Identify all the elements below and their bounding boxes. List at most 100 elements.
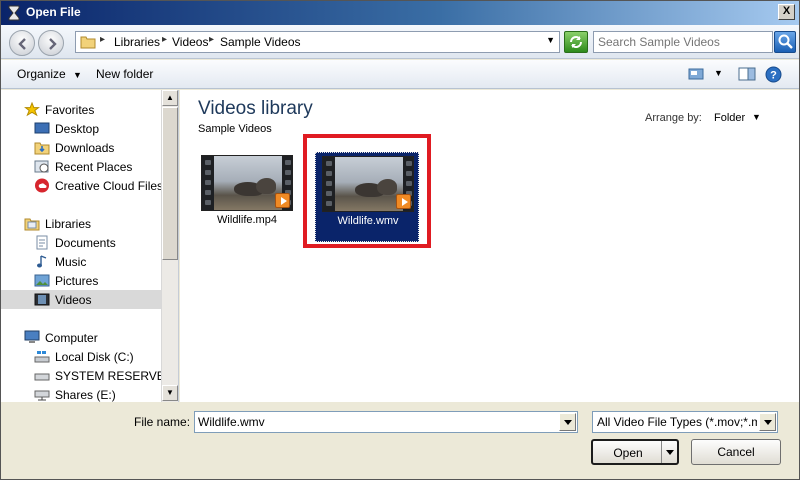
star-icon xyxy=(24,102,40,117)
chevron-down-icon[interactable]: ▼ xyxy=(714,68,723,78)
nav-computer-label: Computer xyxy=(45,331,98,345)
computer-icon xyxy=(24,330,40,343)
file-type-dropdown-button[interactable] xyxy=(759,413,776,431)
forward-button[interactable] xyxy=(38,30,64,56)
nav-item-label: Shares (E:) xyxy=(55,388,116,402)
nav-item-documents[interactable]: Documents xyxy=(1,233,161,252)
nav-item-pictures[interactable]: Pictures xyxy=(1,271,161,290)
breadcrumb[interactable]: ▸ Libraries ▸ Videos ▸ Sample Videos ▼ xyxy=(75,31,560,53)
file-name-combobox[interactable] xyxy=(194,411,578,433)
nav-scrollbar[interactable]: ▲ ▼ xyxy=(161,90,178,402)
svg-text:?: ? xyxy=(770,70,777,82)
nav-libraries-label: Libraries xyxy=(45,217,92,231)
nav-computer[interactable]: Computer xyxy=(1,328,161,347)
libraries-icon xyxy=(24,218,40,231)
breadcrumb-libraries[interactable]: Libraries xyxy=(114,35,160,49)
nav-item-label: Pictures xyxy=(55,274,99,288)
network-drive-icon xyxy=(34,390,50,401)
file-item[interactable]: Wildlife.mp4 xyxy=(195,152,299,242)
scroll-down-button[interactable]: ▼ xyxy=(162,385,178,401)
new-folder-button[interactable]: New folder xyxy=(96,67,153,81)
nav-item-desktop[interactable]: Desktop xyxy=(1,119,161,138)
downloads-icon xyxy=(34,142,50,155)
video-thumbnail xyxy=(201,155,293,211)
nav-favorites-label: Favorites xyxy=(45,103,95,117)
nav-libraries[interactable]: Libraries xyxy=(1,214,161,233)
chevron-right-icon[interactable]: ▸ xyxy=(162,34,167,45)
search-button[interactable] xyxy=(774,31,796,53)
file-name-dropdown-button[interactable] xyxy=(559,413,576,431)
videos-icon xyxy=(34,293,50,306)
chevron-down-icon[interactable]: ▼ xyxy=(546,35,555,45)
nav-item-shares[interactable]: Shares (E:) xyxy=(1,385,161,404)
nav-item-label: Downloads xyxy=(55,141,115,155)
navigation-pane: Favorites Desktop Downloads Recent Place… xyxy=(1,90,179,402)
arrange-by-value[interactable]: Folder xyxy=(714,112,745,124)
nav-item-label: Music xyxy=(55,255,87,269)
local-disk-icon xyxy=(34,351,50,363)
nav-item-videos[interactable]: Videos xyxy=(1,290,161,309)
open-button-label: Open xyxy=(613,446,643,460)
library-subtitle[interactable]: Sample Videos xyxy=(198,123,272,135)
chevron-right-icon: ▸ xyxy=(100,34,106,45)
chevron-right-icon[interactable]: ▸ xyxy=(209,34,214,45)
cancel-button[interactable]: Cancel xyxy=(691,439,781,465)
file-name-input[interactable] xyxy=(195,412,557,432)
search-icon xyxy=(778,34,793,49)
view-options-icon[interactable] xyxy=(687,66,705,82)
file-type-value: All Video File Types (*.mov;*.mp xyxy=(597,415,757,429)
window-title: Open File xyxy=(26,5,81,19)
creative-cloud-icon xyxy=(35,178,49,193)
refresh-button[interactable] xyxy=(564,31,588,53)
scroll-thumb[interactable] xyxy=(162,107,178,260)
nav-item-label: Local Disk (C:) xyxy=(55,350,134,364)
breadcrumb-sample-videos[interactable]: Sample Videos xyxy=(220,35,301,49)
open-split-dropdown[interactable] xyxy=(661,441,677,463)
file-name: Wildlife.mp4 xyxy=(217,214,277,226)
open-button[interactable]: Open xyxy=(591,439,679,465)
back-button[interactable] xyxy=(9,30,35,56)
nav-item-recent-places[interactable]: Recent Places xyxy=(1,157,161,176)
nav-item-local-disk[interactable]: Local Disk (C:) xyxy=(1,347,161,366)
organize-label: Organize xyxy=(17,67,66,81)
forward-arrow-icon xyxy=(49,38,57,50)
nav-item-downloads[interactable]: Downloads xyxy=(1,138,161,157)
hourglass-icon xyxy=(8,5,20,21)
close-button[interactable]: X xyxy=(778,4,795,20)
documents-icon xyxy=(36,235,48,250)
chevron-down-icon: ▼ xyxy=(73,70,82,80)
search-input[interactable] xyxy=(594,32,772,52)
drive-icon xyxy=(34,373,50,381)
arrange-by-label: Arrange by: xyxy=(645,112,702,124)
nav-item-label: Documents xyxy=(55,236,116,250)
file-name-label: File name: xyxy=(134,415,191,429)
file-list-pane: Videos library Sample Videos Arrange by:… xyxy=(180,90,799,402)
nav-item-label: Videos xyxy=(55,293,92,307)
recent-places-icon xyxy=(34,160,49,173)
folder-icon xyxy=(80,36,96,49)
desktop-icon xyxy=(34,122,50,134)
chevron-down-icon[interactable]: ▼ xyxy=(752,112,761,122)
breadcrumb-videos[interactable]: Videos xyxy=(172,35,208,49)
play-icon xyxy=(275,193,290,208)
title-bar[interactable]: Open File X xyxy=(1,1,799,25)
nav-favorites[interactable]: Favorites xyxy=(1,100,161,119)
nav-item-label: SYSTEM RESERVED (D xyxy=(55,369,161,383)
nav-item-creative-cloud-files[interactable]: Creative Cloud Files xyxy=(1,176,161,195)
pictures-icon xyxy=(34,274,50,287)
search-field[interactable] xyxy=(593,31,773,53)
nav-item-label: Creative Cloud Files xyxy=(55,179,161,193)
back-arrow-icon xyxy=(18,38,26,50)
open-file-dialog: Open File X ▸ Libraries ▸ Videos ▸ Sampl… xyxy=(0,0,800,480)
toolbar: Organize ▼ New folder ▼ ? xyxy=(1,60,799,89)
nav-item-music[interactable]: Music xyxy=(1,252,161,271)
preview-pane-icon[interactable] xyxy=(738,66,756,82)
scroll-up-button[interactable]: ▲ xyxy=(162,90,178,106)
file-type-select[interactable]: All Video File Types (*.mov;*.mp xyxy=(592,411,778,433)
music-icon xyxy=(37,255,47,268)
nav-item-label: Recent Places xyxy=(55,160,133,174)
organize-button[interactable]: Organize ▼ xyxy=(17,67,82,81)
help-icon[interactable]: ? xyxy=(765,66,782,83)
nav-item-system-reserved[interactable]: SYSTEM RESERVED (D xyxy=(1,366,161,385)
nav-item-label: Desktop xyxy=(55,122,100,136)
